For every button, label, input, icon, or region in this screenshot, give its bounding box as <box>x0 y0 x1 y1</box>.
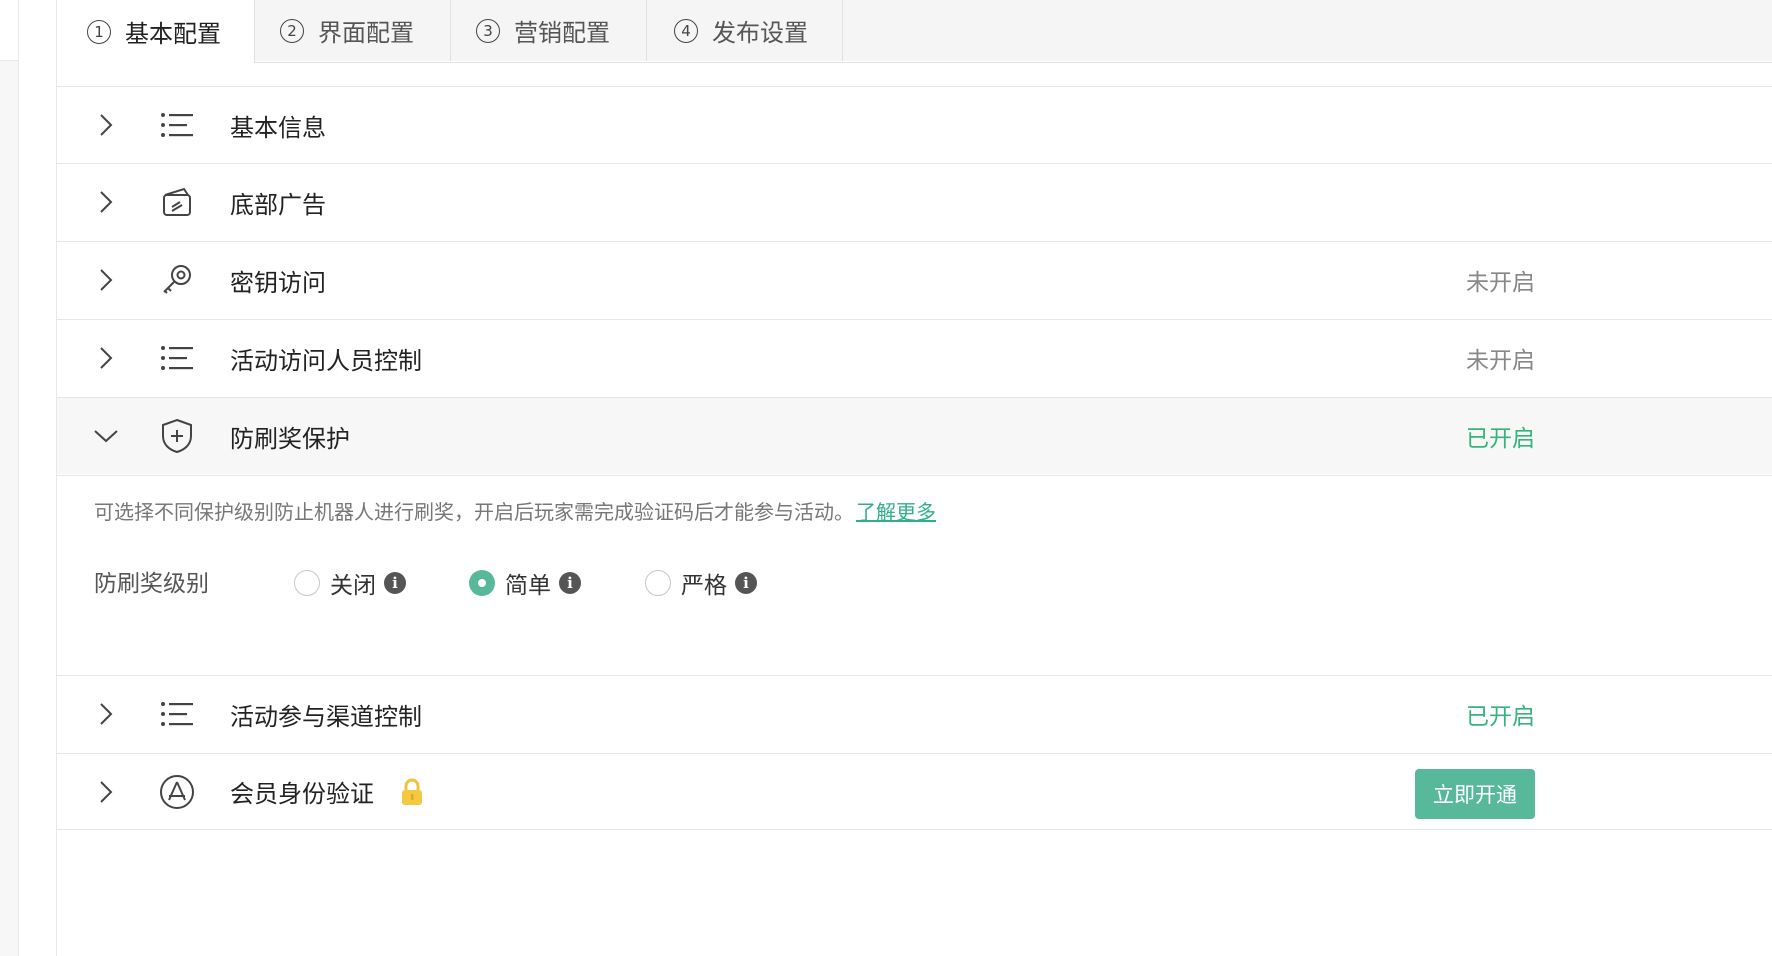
section-title: 会员身份验证 <box>230 780 374 808</box>
list-icon <box>159 696 195 732</box>
radio-label: 简单 <box>505 573 551 599</box>
member-badge-icon <box>159 774 195 810</box>
section-title: 活动参与渠道控制 <box>230 702 422 731</box>
step-tabs: 1 基本配置 2 界面配置 3 营销配置 4 发布设置 <box>57 0 1772 63</box>
step-number: 2 <box>280 18 304 43</box>
radio-circle[interactable] <box>645 570 671 596</box>
chevron-down-icon <box>93 423 119 449</box>
section-member-verification[interactable]: 会员身份验证 立即开通 <box>57 753 1772 830</box>
chevron-right-icon <box>93 189 119 215</box>
section-channel-control[interactable]: 活动参与渠道控制 已开启 <box>57 675 1772 752</box>
info-icon[interactable]: i <box>559 572 581 594</box>
radio-circle[interactable] <box>469 570 495 596</box>
section-bottom-ad[interactable]: 底部广告 <box>57 163 1772 240</box>
section-visitor-control[interactable]: 活动访问人员控制 未开启 <box>57 319 1772 396</box>
activate-now-button[interactable]: 立即开通 <box>1415 769 1535 819</box>
radio-circle[interactable] <box>294 570 320 596</box>
shield-plus-icon <box>159 418 195 454</box>
lock-icon <box>399 778 425 810</box>
section-title: 活动访问人员控制 <box>230 346 422 375</box>
radio-label: 关闭 <box>330 573 376 599</box>
list-icon <box>159 107 195 143</box>
section-anti-fraud[interactable]: 防刷奖保护 已开启 <box>57 397 1772 474</box>
step-number: 4 <box>674 18 698 43</box>
section-title: 密钥访问 <box>230 268 326 297</box>
anti-fraud-detail: 可选择不同保护级别防止机器人进行刷奖，开启后玩家需完成验证码后才能参与活动。 了解… <box>57 475 1772 676</box>
chevron-right-icon <box>93 345 119 371</box>
tab-marketing-config[interactable]: 3 营销配置 <box>451 0 647 61</box>
section-title: 底部广告 <box>230 190 326 219</box>
radio-off[interactable]: 关闭 i <box>294 566 406 600</box>
section-title: 防刷奖保护 <box>230 424 350 453</box>
chevron-right-icon <box>93 112 119 138</box>
radio-label: 严格 <box>681 573 727 599</box>
chevron-right-icon <box>93 779 119 805</box>
radio-simple[interactable]: 简单 i <box>469 566 581 600</box>
tab-publish-settings[interactable]: 4 发布设置 <box>647 0 843 61</box>
chevron-right-icon <box>93 701 119 727</box>
status-text: 未开启 <box>1466 348 1535 374</box>
tab-label: 营销配置 <box>514 19 610 47</box>
tab-label: 基本配置 <box>125 20 221 48</box>
level-label: 防刷奖级别 <box>94 571 209 597</box>
status-text: 未开启 <box>1466 270 1535 296</box>
config-panel: 1 基本配置 2 界面配置 3 营销配置 4 发布设置 基本信息 底部广告 密钥… <box>56 0 1772 956</box>
protection-description: 可选择不同保护级别防止机器人进行刷奖，开启后玩家需完成验证码后才能参与活动。 了解… <box>94 500 936 524</box>
left-sidebar-edge <box>0 0 19 956</box>
status-text: 已开启 <box>1466 704 1535 730</box>
tab-ui-config[interactable]: 2 界面配置 <box>255 0 451 61</box>
tab-label: 界面配置 <box>318 19 414 47</box>
tab-label: 发布设置 <box>712 19 808 47</box>
learn-more-link[interactable]: 了解更多 <box>856 500 936 524</box>
status-text: 已开启 <box>1466 426 1535 452</box>
radio-strict[interactable]: 严格 i <box>645 566 757 600</box>
section-title: 基本信息 <box>230 113 326 142</box>
list-icon <box>159 340 195 376</box>
step-number: 1 <box>87 19 111 44</box>
tab-basic-config[interactable]: 1 基本配置 <box>57 0 255 63</box>
key-icon <box>159 262 195 298</box>
section-basic-info[interactable]: 基本信息 <box>57 86 1772 163</box>
ad-card-icon <box>159 184 195 220</box>
step-number: 3 <box>476 18 500 43</box>
chevron-right-icon <box>93 267 119 293</box>
info-icon[interactable]: i <box>735 572 757 594</box>
section-key-access[interactable]: 密钥访问 未开启 <box>57 241 1772 318</box>
info-icon[interactable]: i <box>384 572 406 594</box>
